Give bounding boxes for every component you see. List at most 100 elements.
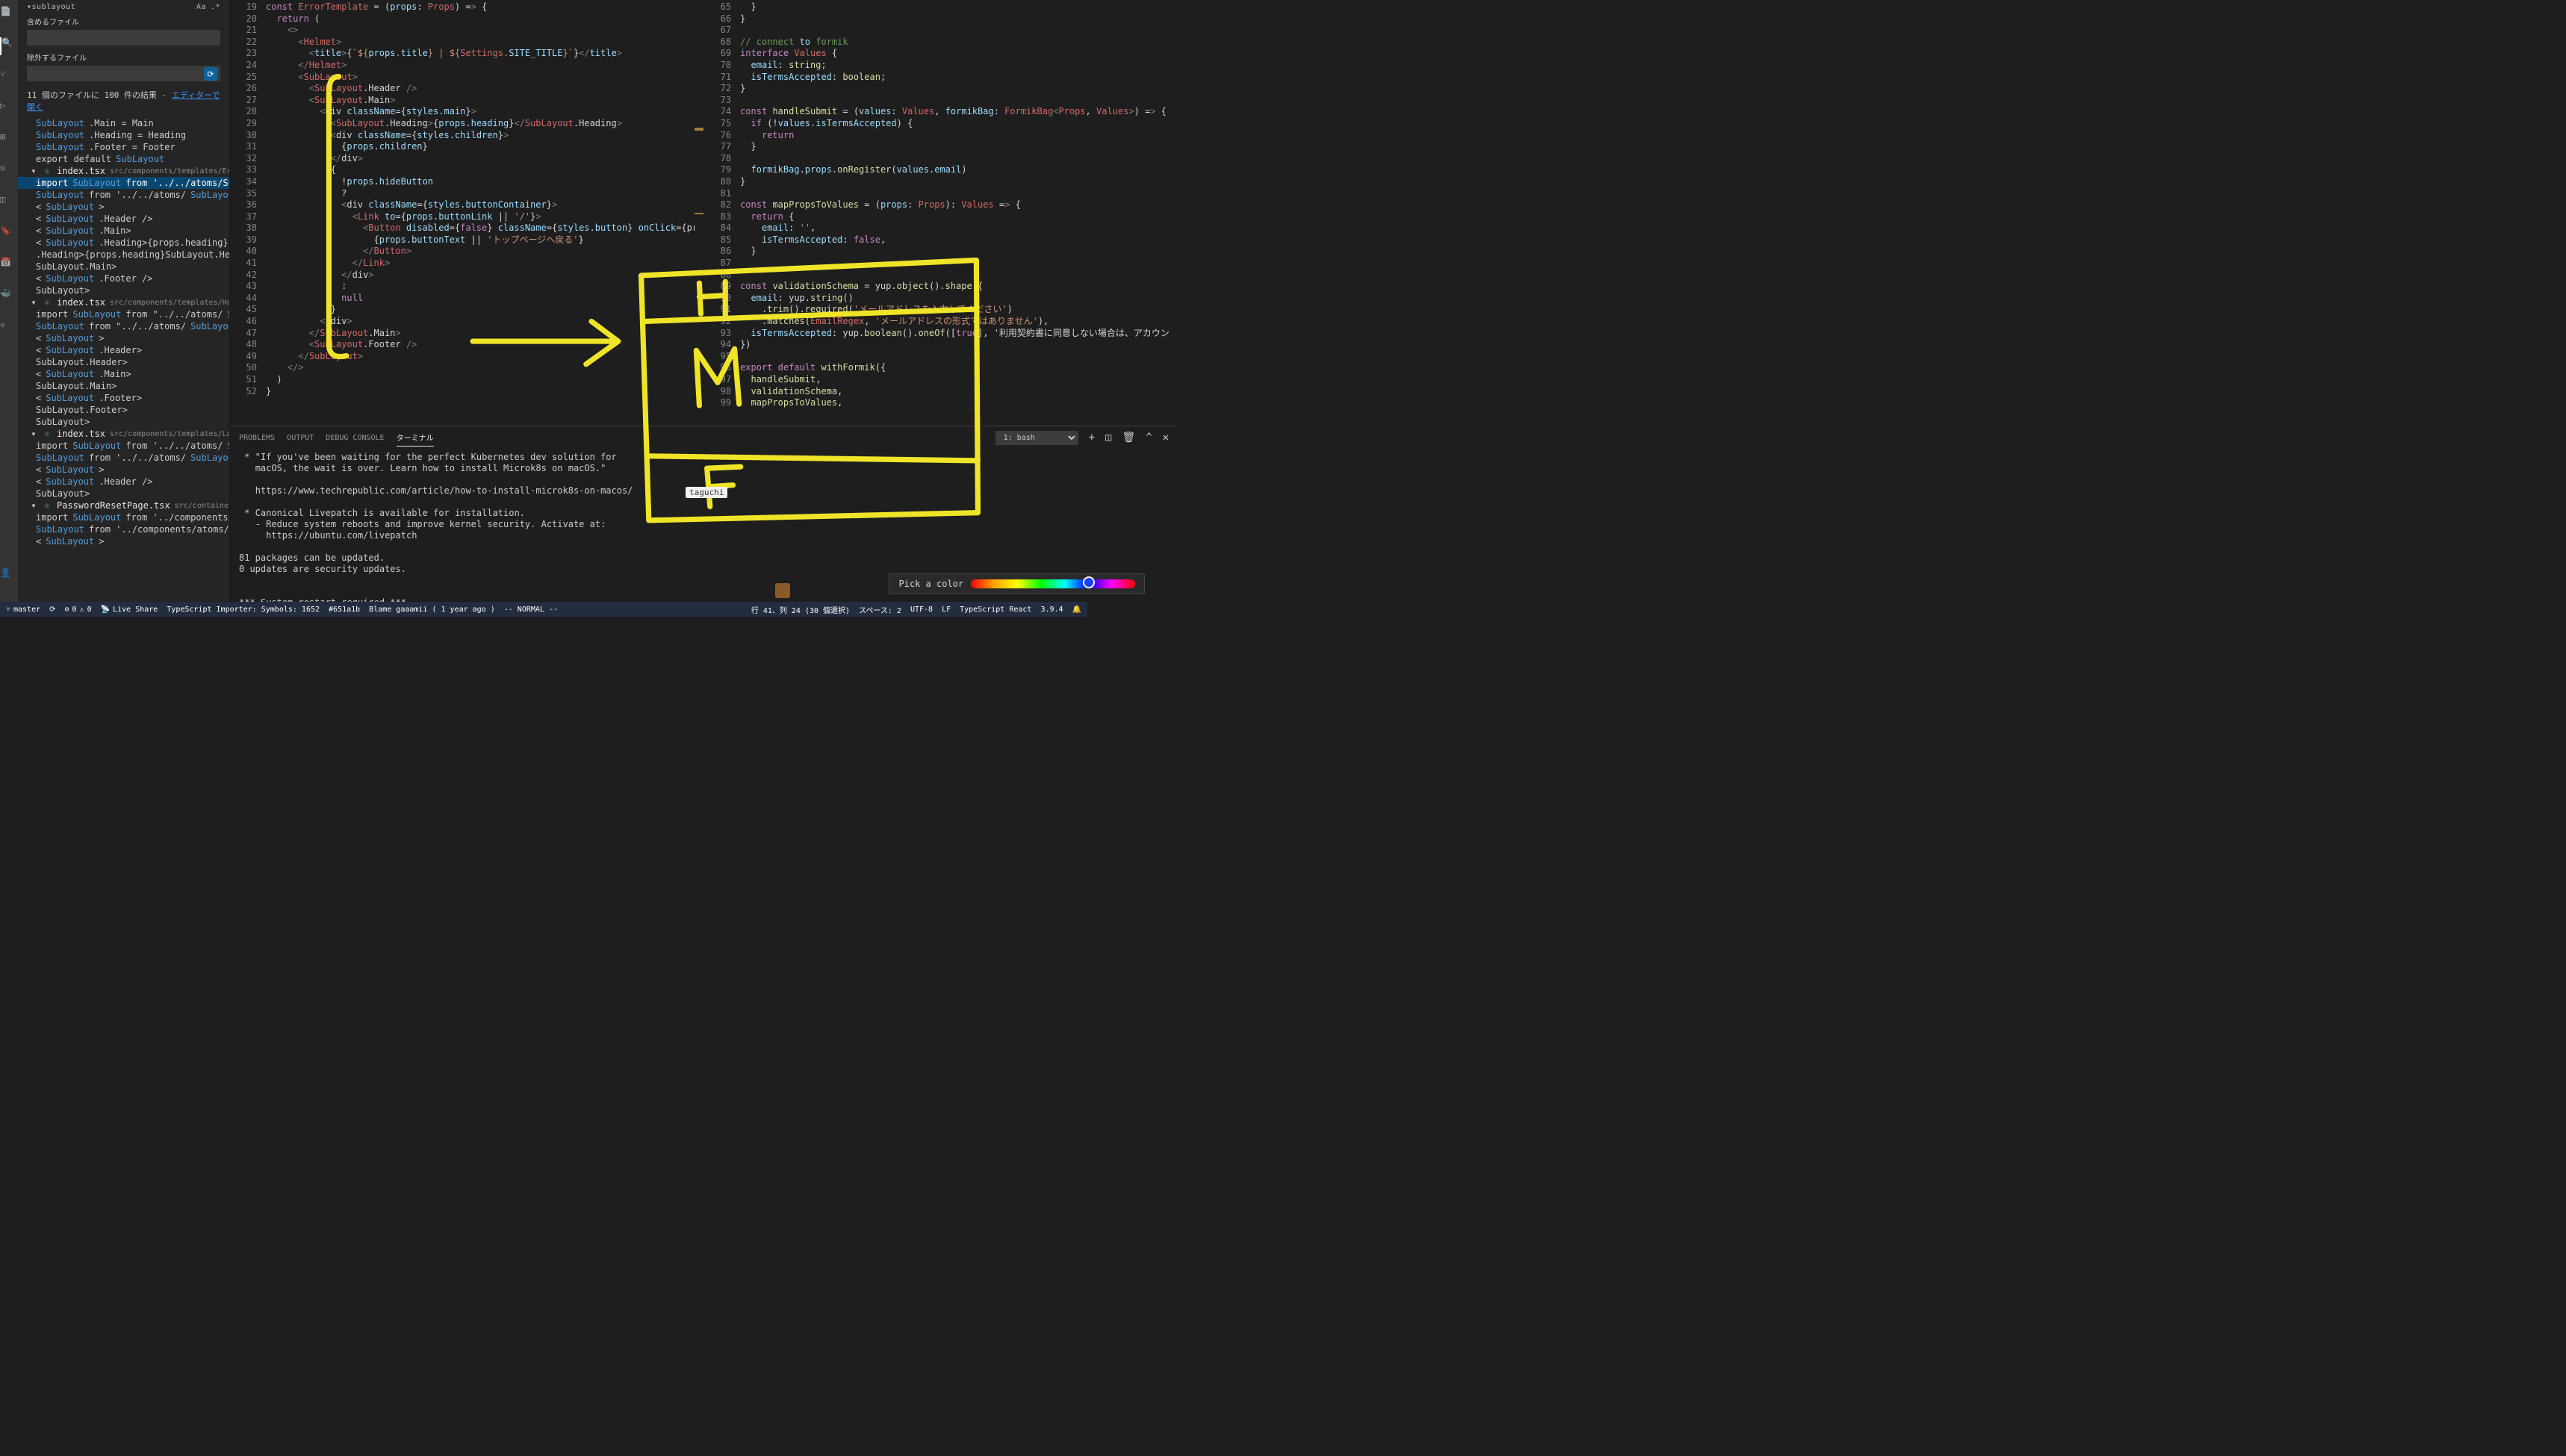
search-file-header[interactable]: ▾⚛index.tsx src/components/templates/Lan… [18, 428, 229, 440]
status-blame[interactable]: Blame gaaamii ( 1 year ago ) [369, 606, 495, 614]
status-liveshare[interactable]: 📡 Live Share [101, 606, 158, 614]
scm-icon[interactable]: ⑂ [0, 69, 18, 87]
tab-output[interactable]: OUTPUT [287, 431, 314, 445]
status-commit[interactable]: #651a1b [329, 606, 360, 614]
search-file-header[interactable]: ▾⚛PasswordResetPage.tsx src/containers/p… [18, 500, 229, 511]
search-match[interactable]: <SubLayout.Main> [18, 225, 229, 237]
tab-terminal[interactable]: ターミナル [397, 429, 434, 447]
search-match[interactable]: SubLayout> [18, 284, 229, 296]
search-match[interactable]: SubLayout.Footer = Footer [18, 141, 229, 153]
exclude-label: 除外するファイル [18, 50, 229, 64]
explorer-icon[interactable]: 📄 [0, 6, 18, 24]
status-version[interactable]: 3.9.4 [1040, 604, 1063, 615]
search-match[interactable]: <SubLayout> [18, 332, 229, 344]
minimap-left[interactable] [695, 0, 703, 426]
debug-icon[interactable]: ▷ [0, 100, 18, 118]
search-match[interactable]: SubLayout.Main = Main [18, 117, 229, 129]
include-label: 含めるファイル [18, 14, 229, 28]
activity-bar: 📄 🔍 ⑂ ▷ ⊞ ⎋ ◫ 🔖 📅 🐳 ⚛ 👤 ⚙ [0, 0, 18, 617]
terminal-selector[interactable]: 1: bash [995, 431, 1078, 445]
search-sidebar: ▾ sublayout Aa .* 含めるファイル 除外するファイル ⟳ 11 … [18, 0, 230, 617]
color-picker[interactable]: Pick a color [889, 573, 1145, 594]
search-match[interactable]: SubLayout.Heading = Heading [18, 129, 229, 141]
search-match[interactable]: .Heading>{props.heading}SubLayout.Headin… [18, 249, 229, 261]
editor-left-code[interactable]: const ErrorTemplate = (props: Props) => … [266, 0, 695, 426]
maximize-panel-icon[interactable]: ^ [1146, 432, 1152, 444]
search-match[interactable]: <SubLayout> [18, 201, 229, 213]
search-match[interactable]: import SubLayout from '../../atoms/SubLa… [18, 440, 229, 452]
search-match[interactable]: SubLayout from "../../atoms/SubLayout"; [18, 320, 229, 332]
search-results-tree: SubLayout.Main = MainSubLayout.Heading =… [18, 117, 229, 617]
new-terminal-icon[interactable]: + [1089, 432, 1095, 444]
search-match[interactable]: <SubLayout.Header> [18, 344, 229, 356]
extra-icon-1[interactable]: ◫ [0, 194, 18, 212]
editor-left[interactable]: 1920212223242526272829303132333435363738… [230, 0, 704, 426]
calendar-icon[interactable]: 📅 [0, 257, 18, 275]
status-spaces[interactable]: スペース: 2 [859, 604, 901, 615]
search-match[interactable]: SubLayout from '../../atoms/SubLayout/in… [18, 189, 229, 201]
search-match[interactable]: SubLayout> [18, 416, 229, 428]
search-icon[interactable]: 🔍 [0, 37, 18, 55]
color-thumb[interactable] [1083, 576, 1095, 588]
status-bell-icon[interactable]: 🔔 [1072, 604, 1081, 615]
search-match[interactable]: import SubLayout from "../../atoms/SubLa… [18, 308, 229, 320]
search-match[interactable]: <SubLayout.Header /> [18, 476, 229, 488]
search-option-case-icon[interactable]: Aa [196, 3, 206, 11]
editor-right-gutter: 6566676869707172737475767778798081828384… [704, 0, 740, 426]
search-match[interactable]: <SubLayout> [18, 464, 229, 476]
editor-area: 1920212223242526272829303132333435363738… [230, 0, 1178, 617]
search-match[interactable]: SubLayout.Footer> [18, 404, 229, 416]
search-match[interactable]: SubLayout from '../../atoms/SubLayout'; [18, 452, 229, 464]
bookmark-icon[interactable]: 🔖 [0, 225, 18, 243]
status-lang[interactable]: TypeScript React [960, 604, 1031, 615]
results-summary: 11 個のファイルに 100 件の結果 - エディターで開く [18, 86, 229, 117]
search-match[interactable]: SubLayout.Header> [18, 356, 229, 368]
refresh-search-icon[interactable]: ⟳ [204, 67, 217, 81]
kill-terminal-icon[interactable]: 🗑 [1122, 432, 1135, 444]
search-match[interactable]: export default SubLayout [18, 153, 229, 165]
search-option-regex-icon[interactable]: .* [211, 3, 220, 11]
editor-left-gutter: 1920212223242526272829303132333435363738… [230, 0, 266, 426]
search-match[interactable]: SubLayout> [18, 488, 229, 500]
exclude-input[interactable] [27, 66, 220, 81]
status-sync-icon[interactable]: ⟳ [49, 606, 55, 614]
atom-icon[interactable]: ⚛ [0, 320, 18, 337]
status-vim-mode: -- NORMAL -- [504, 606, 558, 614]
search-match[interactable]: <SubLayout.Main> [18, 368, 229, 380]
color-gradient-slider[interactable] [971, 579, 1135, 588]
search-match[interactable]: SubLayout from '../components/atoms/SubL… [18, 523, 229, 535]
account-icon[interactable]: 👤 [0, 567, 18, 585]
status-encoding[interactable]: UTF-8 [910, 604, 933, 615]
status-eol[interactable]: LF [942, 604, 951, 615]
search-match[interactable]: import SubLayout from '../components/ato… [18, 511, 229, 523]
panel-tabs: PROBLEMS OUTPUT DEBUG CONSOLE ターミナル 1: b… [230, 426, 1178, 449]
search-file-header[interactable]: ▾⚛index.tsx src/components/templates/Err… [18, 165, 229, 177]
search-match[interactable]: <SubLayout.Heading>{props.heading} [18, 237, 229, 249]
close-panel-icon[interactable]: ✕ [1163, 432, 1169, 444]
search-match[interactable]: SubLayout.Main> [18, 261, 229, 273]
status-position[interactable]: 行 41、列 24 (30 個選択) [751, 604, 850, 615]
remote-icon[interactable]: ⎋ [0, 163, 18, 181]
status-errors[interactable]: ⊘ 0 ⚠ 0 [65, 606, 92, 614]
docker-icon[interactable]: 🐳 [0, 288, 18, 306]
search-match[interactable]: <SubLayout.Footer /> [18, 273, 229, 284]
search-match[interactable]: import SubLayout from '../../atoms/SubLa… [18, 177, 229, 189]
color-picker-label: Pick a color [898, 579, 963, 589]
include-input[interactable] [27, 30, 220, 46]
search-query: sublayout [32, 3, 76, 11]
split-terminal-icon[interactable]: ◫ [1105, 432, 1111, 444]
search-match[interactable]: SubLayout.Main> [18, 380, 229, 392]
status-branch[interactable]: ⑂ master [6, 606, 40, 614]
search-match[interactable]: <SubLayout.Footer> [18, 392, 229, 404]
liveshare-avatar [775, 583, 790, 598]
status-ts-importer: TypeScript Importer: Symbols: 1652 [167, 606, 320, 614]
search-file-header[interactable]: ▾⚛index.tsx src/components/templates/Hom… [18, 296, 229, 308]
tab-debug-console[interactable]: DEBUG CONSOLE [326, 431, 384, 445]
status-bar: ⑂ master ⟳ ⊘ 0 ⚠ 0 📡 Live Share TypeScri… [0, 602, 1087, 617]
editor-right[interactable]: 6566676869707172737475767778798081828384… [704, 0, 1178, 426]
editor-right-code[interactable]: }}// connect to formikinterface Values {… [740, 0, 1178, 426]
extensions-icon[interactable]: ⊞ [0, 131, 18, 149]
search-match[interactable]: <SubLayout> [18, 535, 229, 547]
search-match[interactable]: <SubLayout.Header /> [18, 213, 229, 225]
tab-problems[interactable]: PROBLEMS [239, 431, 275, 445]
